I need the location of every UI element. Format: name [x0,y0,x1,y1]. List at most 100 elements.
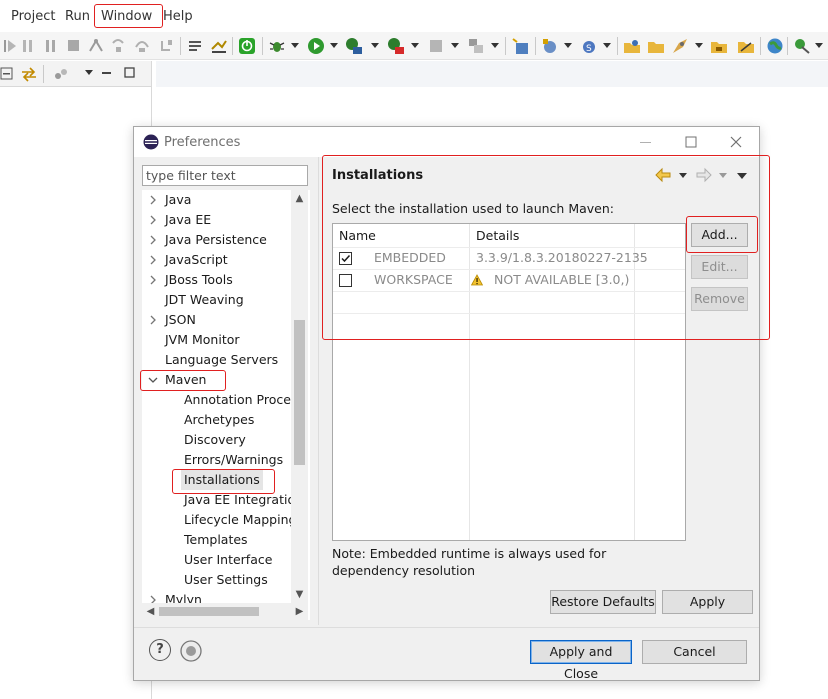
power-icon[interactable] [238,37,256,55]
minimize-view-icon[interactable] [101,67,113,85]
view-settings-icon[interactable] [52,65,70,83]
new-wizard-icon[interactable] [541,37,559,55]
tree-item-label: Java [165,192,192,207]
maximize-window-button[interactable] [681,132,701,152]
row-checkbox-unchecked[interactable] [339,274,352,287]
use-step-filters-icon[interactable] [210,37,228,55]
view-menu-icon[interactable] [737,173,747,179]
tree-item-errors-warnings[interactable]: Errors/Warnings [142,450,292,470]
restore-defaults-button[interactable]: Restore Defaults [550,590,656,614]
scroll-left-icon[interactable]: ◀ [142,603,159,620]
row-checkbox-checked[interactable] [339,252,352,265]
new-server-icon[interactable] [512,37,530,55]
add-button[interactable]: Add... [691,223,748,247]
open-file-icon[interactable] [710,37,728,55]
open-folder-icon[interactable] [647,37,665,55]
filter-input[interactable] [142,165,308,186]
tree-item-label: Java EE [165,212,212,227]
tree-item-annotation-proces[interactable]: Annotation Proces [142,390,297,410]
dialog-title: Preferences [164,135,241,150]
suspend-icon[interactable] [20,37,36,55]
svg-text:S: S [586,44,592,54]
edit-button[interactable]: Edit... [691,255,748,279]
installation-name: EMBEDDED [374,250,446,265]
left-view-toolbar [0,61,152,87]
table-row[interactable]: EMBEDDED 3.3.9/1.8.3.20180227-2135 [333,248,685,269]
table-row[interactable]: WORKSPACE NOT AVAILABLE [3.0,) [333,270,685,291]
minimize-window-button[interactable] [636,132,656,152]
tree-item-language-servers[interactable]: Language Servers [142,350,292,370]
apply-and-close-button[interactable]: Apply and Close [530,640,632,681]
forward-dropdown-icon[interactable] [719,173,727,178]
tree-horizontal-scroll-thumb[interactable] [159,607,259,616]
open-type-icon[interactable] [623,37,641,55]
menu-run[interactable]: Run [65,9,90,24]
new-class-icon[interactable]: S [580,37,598,55]
tree-item-archetypes[interactable]: Archetypes [142,410,292,430]
tree-item-json[interactable]: JSON [142,310,292,330]
tree-item-java-ee[interactable]: Java EE [142,210,292,230]
tree-item-java[interactable]: Java [142,190,292,210]
cancel-button[interactable]: Cancel [642,640,747,664]
remove-button[interactable]: Remove [691,287,748,311]
debug-icon[interactable] [268,37,286,55]
tree-item-templates[interactable]: Templates [142,530,292,550]
tree-item-installations[interactable]: Installations [142,470,292,490]
navigate-icon[interactable] [793,37,811,55]
tree-item-label: Annotation Proces [184,392,298,407]
tree-item-discovery[interactable]: Discovery [142,430,292,450]
stop-icon[interactable] [428,37,444,55]
column-header-name[interactable]: Name [333,224,469,247]
publish-icon[interactable] [467,37,485,55]
collapse-all-icon[interactable] [0,65,14,83]
menu-window[interactable]: Window [101,9,152,24]
import-export-icon[interactable] [180,640,202,665]
tree-item-user-interface[interactable]: User Interface [142,550,292,570]
tree-item-label: User Settings [184,572,268,587]
tree-item-java-persistence[interactable]: Java Persistence [142,230,292,250]
back-icon[interactable] [654,167,672,186]
launch-icon[interactable] [671,37,689,55]
column-header-details[interactable]: Details [470,224,634,247]
scroll-right-icon[interactable]: ▶ [291,603,308,620]
tree-item-java-ee-integratio[interactable]: Java EE Integratio [142,490,295,510]
sash-divider[interactable] [318,157,319,625]
close-window-button[interactable] [726,132,746,152]
run-icon[interactable] [307,37,325,55]
forward-icon[interactable] [695,167,713,186]
link-with-editor-icon[interactable] [20,65,38,83]
pause-icon[interactable] [44,37,60,55]
menu-help[interactable]: Help [163,9,193,24]
tree-item-lifecycle-mapping[interactable]: Lifecycle Mapping [142,510,296,530]
tree-item-jdt-weaving[interactable]: JDT Weaving [142,290,292,310]
step-into-icon[interactable] [110,37,126,55]
tree-item-jboss-tools[interactable]: JBoss Tools [142,270,292,290]
menu-project[interactable]: Project [11,9,55,24]
help-icon[interactable]: ? [149,639,171,661]
tree-item-jvm-monitor[interactable]: JVM Monitor [142,330,292,350]
drop-to-frame-icon[interactable] [187,37,203,55]
tree-item-maven[interactable]: Maven [142,370,292,390]
terminate-icon[interactable] [66,37,82,55]
menu-bar: Project Run Window Help [0,0,828,32]
page-description: Select the installation used to launch M… [332,201,614,216]
resume-icon[interactable] [3,37,17,55]
step-over-icon[interactable] [134,37,150,55]
disconnect-icon[interactable] [88,37,104,55]
maximize-view-icon[interactable] [124,66,136,84]
globe-icon[interactable] [766,37,784,55]
back-dropdown-icon[interactable] [679,173,687,178]
note-text: Note: Embedded runtime is always used fo… [332,546,607,578]
tree-item-user-settings[interactable]: User Settings [142,570,292,590]
stop-server-icon[interactable] [387,37,405,55]
tree-item-javascript[interactable]: JavaScript [142,250,292,270]
tree-vertical-scroll-thumb[interactable] [294,320,305,465]
scroll-up-icon[interactable]: ▲ [291,190,308,207]
run-server-icon[interactable] [345,37,363,55]
search-icon[interactable] [737,37,755,55]
scroll-down-icon[interactable]: ▼ [291,586,308,603]
tree-item-label: User Interface [184,552,273,567]
tree-item-label: Templates [184,532,248,547]
apply-button[interactable]: Apply [662,590,753,614]
step-return-icon[interactable] [158,37,174,55]
